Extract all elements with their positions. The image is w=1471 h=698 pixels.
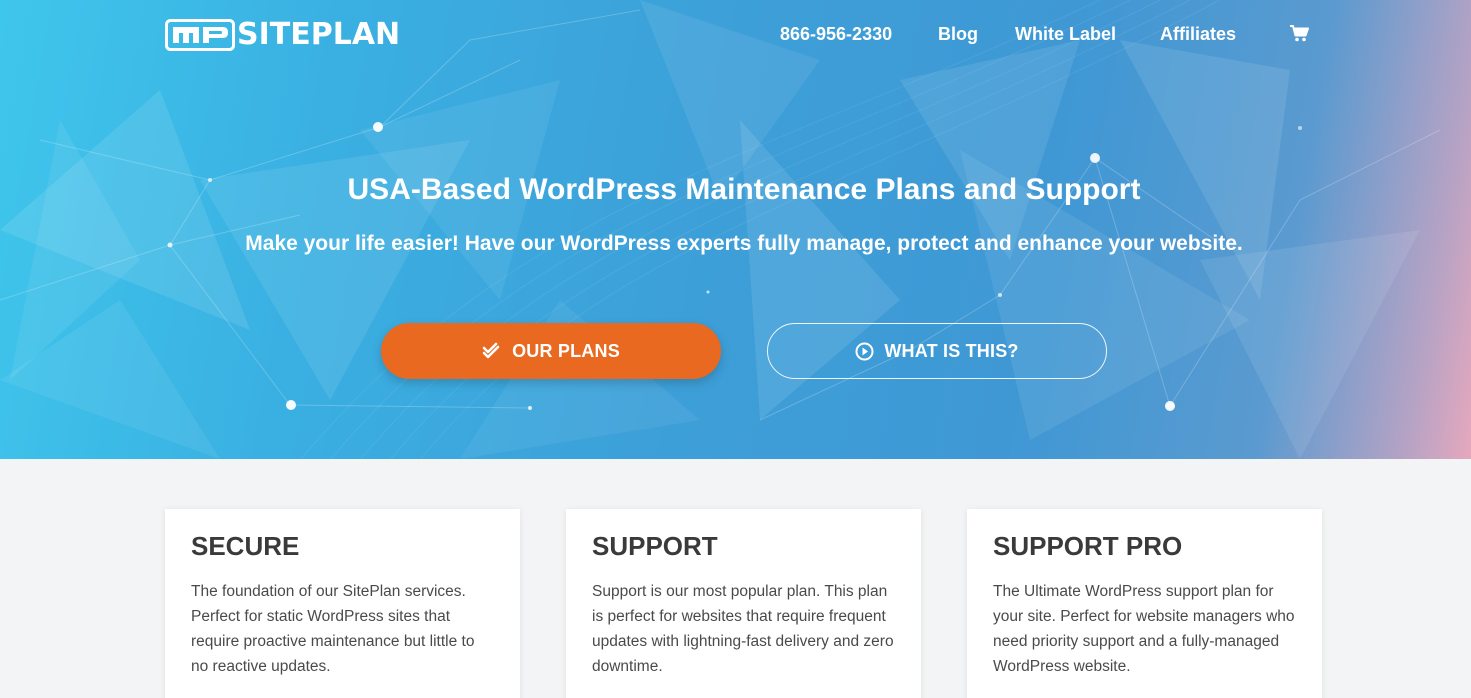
nav-phone-link[interactable]: 866-956-2330 — [780, 22, 892, 46]
cart-icon[interactable] — [1290, 25, 1309, 42]
hero-subtitle: Make your life easier! Have our WordPres… — [245, 232, 1243, 255]
our-plans-label: OUR PLANS — [512, 340, 620, 361]
plan-card-secure: SECURE The foundation of our SitePlan se… — [165, 509, 520, 698]
play-circle-icon — [855, 342, 874, 360]
our-plans-button[interactable]: OUR PLANS — [381, 323, 721, 379]
hero-title: USA-Based WordPress Maintenance Plans an… — [347, 173, 1141, 206]
plan-card-description: The Ultimate WordPress support plan for … — [993, 583, 1295, 675]
what-is-this-button[interactable]: WHAT IS THIS? — [767, 323, 1107, 379]
plan-card-title: SECURE — [191, 531, 300, 561]
nav-affiliates-link[interactable]: Affiliates — [1160, 22, 1236, 46]
double-check-icon — [482, 342, 500, 359]
nav-blog-link[interactable]: Blog — [938, 22, 978, 46]
plan-card-title: SUPPORT — [592, 531, 718, 561]
hero-section: SITEPLAN 866-956-2330 Blog White Label A… — [0, 0, 1471, 459]
nav-white-label-link[interactable]: White Label — [1015, 22, 1116, 46]
plan-card-description: The foundation of our SitePlan services.… — [191, 583, 475, 675]
plan-card-support: SUPPORT Support is our most popular plan… — [566, 509, 921, 698]
plan-card-support-pro: SUPPORT PRO The Ultimate WordPress suppo… — [967, 509, 1322, 698]
plan-card-description: Support is our most popular plan. This p… — [592, 583, 894, 675]
plan-card-title: SUPPORT PRO — [993, 531, 1183, 561]
top-navigation: 866-956-2330 Blog White Label Affiliates — [0, 22, 1471, 46]
what-is-this-label: WHAT IS THIS? — [884, 340, 1019, 361]
